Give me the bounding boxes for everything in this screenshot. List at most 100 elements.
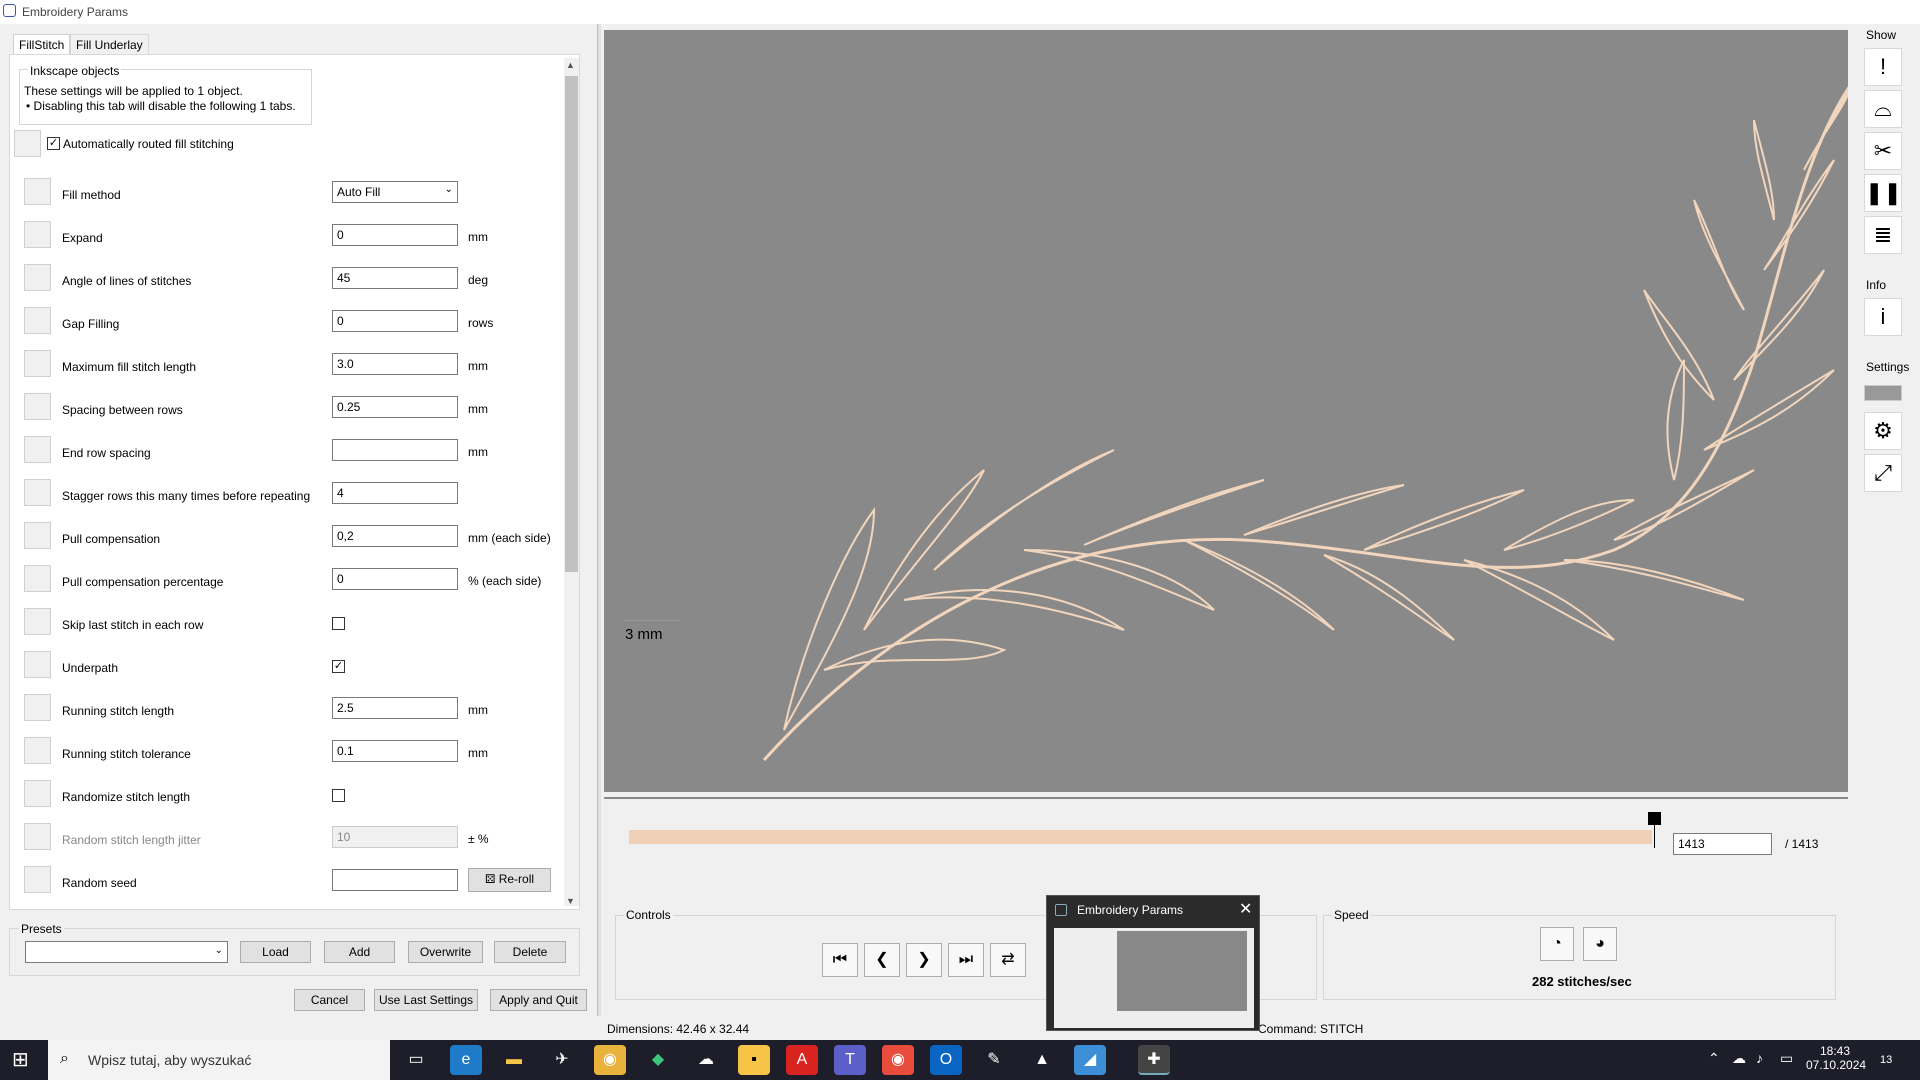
auto-route-enable-toggle[interactable] [14, 130, 41, 157]
scroll-up-icon[interactable]: ▲ [566, 60, 575, 70]
close-icon[interactable]: ✕ [1239, 899, 1252, 919]
add-preset-button[interactable]: Add [324, 941, 395, 963]
param-enable-toggle[interactable] [24, 436, 51, 463]
panel-splitter[interactable] [597, 24, 601, 1016]
scissors-icon[interactable]: ✂ [1864, 132, 1902, 170]
app-icon-2[interactable]: ◆ [642, 1045, 674, 1075]
param-input[interactable]: 0 [332, 310, 458, 332]
param-enable-toggle[interactable] [24, 178, 51, 205]
ink-stitch-icon[interactable]: ✚ [1138, 1045, 1170, 1075]
last-stitch-button[interactable]: ⏭ [948, 943, 984, 977]
param-checkbox[interactable] [332, 617, 345, 630]
background-color-swatch[interactable] [1864, 385, 1902, 401]
param-enable-toggle[interactable] [24, 479, 51, 506]
color-change-icon[interactable]: ≣ [1864, 216, 1902, 254]
acrobat-icon[interactable]: A [786, 1045, 818, 1075]
scroll-down-icon[interactable]: ▼ [566, 896, 575, 906]
param-input[interactable]: 10 [332, 826, 458, 848]
app-icon-1[interactable]: ✈ [546, 1045, 578, 1075]
first-stitch-button[interactable]: ⏮ [822, 943, 858, 977]
param-input[interactable]: 2.5 [332, 697, 458, 719]
reroll-button[interactable]: ⚄ Re-roll [468, 868, 551, 892]
stitch-preview-canvas[interactable]: 3 mm [604, 30, 1856, 792]
app-icon-3[interactable]: ☁ [690, 1045, 722, 1075]
param-enable-toggle[interactable] [24, 608, 51, 635]
param-enable-toggle[interactable] [24, 393, 51, 420]
param-enable-toggle[interactable] [24, 823, 51, 850]
notification-icon[interactable]: 13 [1880, 1054, 1892, 1066]
param-input[interactable]: 0.25 [332, 396, 458, 418]
param-input[interactable]: 0,2 [332, 525, 458, 547]
param-input[interactable]: 45 [332, 267, 458, 289]
cancel-button[interactable]: Cancel [294, 989, 365, 1011]
app-icon-5[interactable]: ◢ [1074, 1045, 1106, 1075]
jump-stitch-icon[interactable]: ⌓ [1864, 90, 1902, 128]
overwrite-preset-button[interactable]: Overwrite [408, 941, 483, 963]
prev-stitch-button[interactable]: ❮ [864, 943, 900, 977]
speed-up-button[interactable]: ◕ [1583, 927, 1617, 961]
slow-down-button[interactable]: ◔ [1540, 927, 1574, 961]
param-input[interactable] [332, 869, 458, 891]
task-view-icon[interactable]: ▭ [400, 1045, 432, 1075]
param-checkbox[interactable]: ✓ [332, 660, 345, 673]
app-icon-4[interactable]: ▲ [1026, 1045, 1058, 1075]
onedrive-icon[interactable]: ☁ [1732, 1050, 1746, 1067]
param-enable-toggle[interactable] [24, 221, 51, 248]
param-enable-toggle[interactable] [24, 780, 51, 807]
param-input[interactable]: 3.0 [332, 353, 458, 375]
param-input[interactable]: 4 [332, 482, 458, 504]
param-enable-toggle[interactable] [24, 737, 51, 764]
param-input[interactable]: 0 [332, 568, 458, 590]
needle-icon[interactable]: ⤢ [1864, 454, 1902, 492]
param-input[interactable] [332, 439, 458, 461]
battery-icon[interactable]: ▭ [1780, 1050, 1793, 1067]
auto-route-label: Automatically routed fill stitching [63, 137, 234, 151]
load-preset-button[interactable]: Load [240, 941, 311, 963]
reverse-direction-button[interactable]: ⇄ [990, 943, 1026, 977]
tab-fill-underlay[interactable]: Fill Underlay [70, 34, 149, 54]
param-enable-toggle[interactable] [24, 522, 51, 549]
param-enable-toggle[interactable] [24, 350, 51, 377]
inkscape-icon[interactable]: ✎ [978, 1045, 1010, 1075]
edge-icon[interactable]: e [450, 1045, 482, 1075]
param-enable-toggle[interactable] [24, 307, 51, 334]
warning-icon[interactable]: ! [1864, 48, 1902, 86]
param-enable-toggle[interactable] [24, 565, 51, 592]
param-enable-toggle[interactable] [24, 694, 51, 721]
param-enable-toggle[interactable] [24, 651, 51, 678]
scrollbar-thumb[interactable] [565, 76, 578, 572]
volume-icon[interactable]: ♪ [1756, 1050, 1763, 1066]
info-icon[interactable]: i [1864, 298, 1902, 336]
file-explorer-icon[interactable]: ▬ [498, 1045, 530, 1075]
apply-and-quit-button[interactable]: Apply and Quit [490, 989, 587, 1011]
chrome-icon[interactable]: ◉ [594, 1045, 626, 1075]
window-title: Embroidery Params [22, 5, 129, 19]
clock[interactable]: 18:43 07.10.2024 [1806, 1044, 1866, 1072]
pause-icon[interactable]: ❚❚ [1864, 174, 1902, 212]
chrome-profile-icon[interactable]: ◉ [882, 1045, 914, 1075]
windows-start-icon[interactable]: ⊞ [12, 1048, 36, 1072]
clock-time: 18:43 [1819, 1044, 1851, 1058]
presets-select[interactable]: ⌄ [25, 941, 228, 963]
param-input[interactable]: 0 [332, 224, 458, 246]
param-checkbox[interactable] [332, 789, 345, 802]
param-input[interactable]: 0.1 [332, 740, 458, 762]
param-label: Angle of lines of stitches [62, 274, 192, 288]
gear-icon[interactable]: ⚙ [1864, 412, 1902, 450]
next-stitch-button[interactable]: ❯ [906, 943, 942, 977]
teams-icon[interactable]: T [834, 1045, 866, 1075]
taskbar-preview-popup[interactable]: Embroidery Params ✕ [1046, 895, 1260, 1031]
use-last-settings-button[interactable]: Use Last Settings [374, 989, 478, 1011]
param-enable-toggle[interactable] [24, 264, 51, 291]
tray-chevron-icon[interactable]: ⌃ [1708, 1050, 1720, 1067]
fill-method-select[interactable]: Auto Fill ⌄ [332, 181, 458, 203]
stitch-slider-track[interactable] [629, 830, 1652, 844]
taskbar-search-box[interactable]: ⌕ Wpisz tutaj, aby wyszukać [48, 1040, 390, 1080]
auto-route-checkbox[interactable]: ✓ [47, 137, 60, 150]
param-enable-toggle[interactable] [24, 866, 51, 893]
current-stitch-input[interactable]: 1413 [1673, 833, 1772, 855]
outlook-icon[interactable]: O [930, 1045, 962, 1075]
delete-preset-button[interactable]: Delete [494, 941, 566, 963]
sticky-notes-icon[interactable]: ▪ [738, 1045, 770, 1075]
tab-fillstitch[interactable]: FillStitch [13, 34, 71, 54]
